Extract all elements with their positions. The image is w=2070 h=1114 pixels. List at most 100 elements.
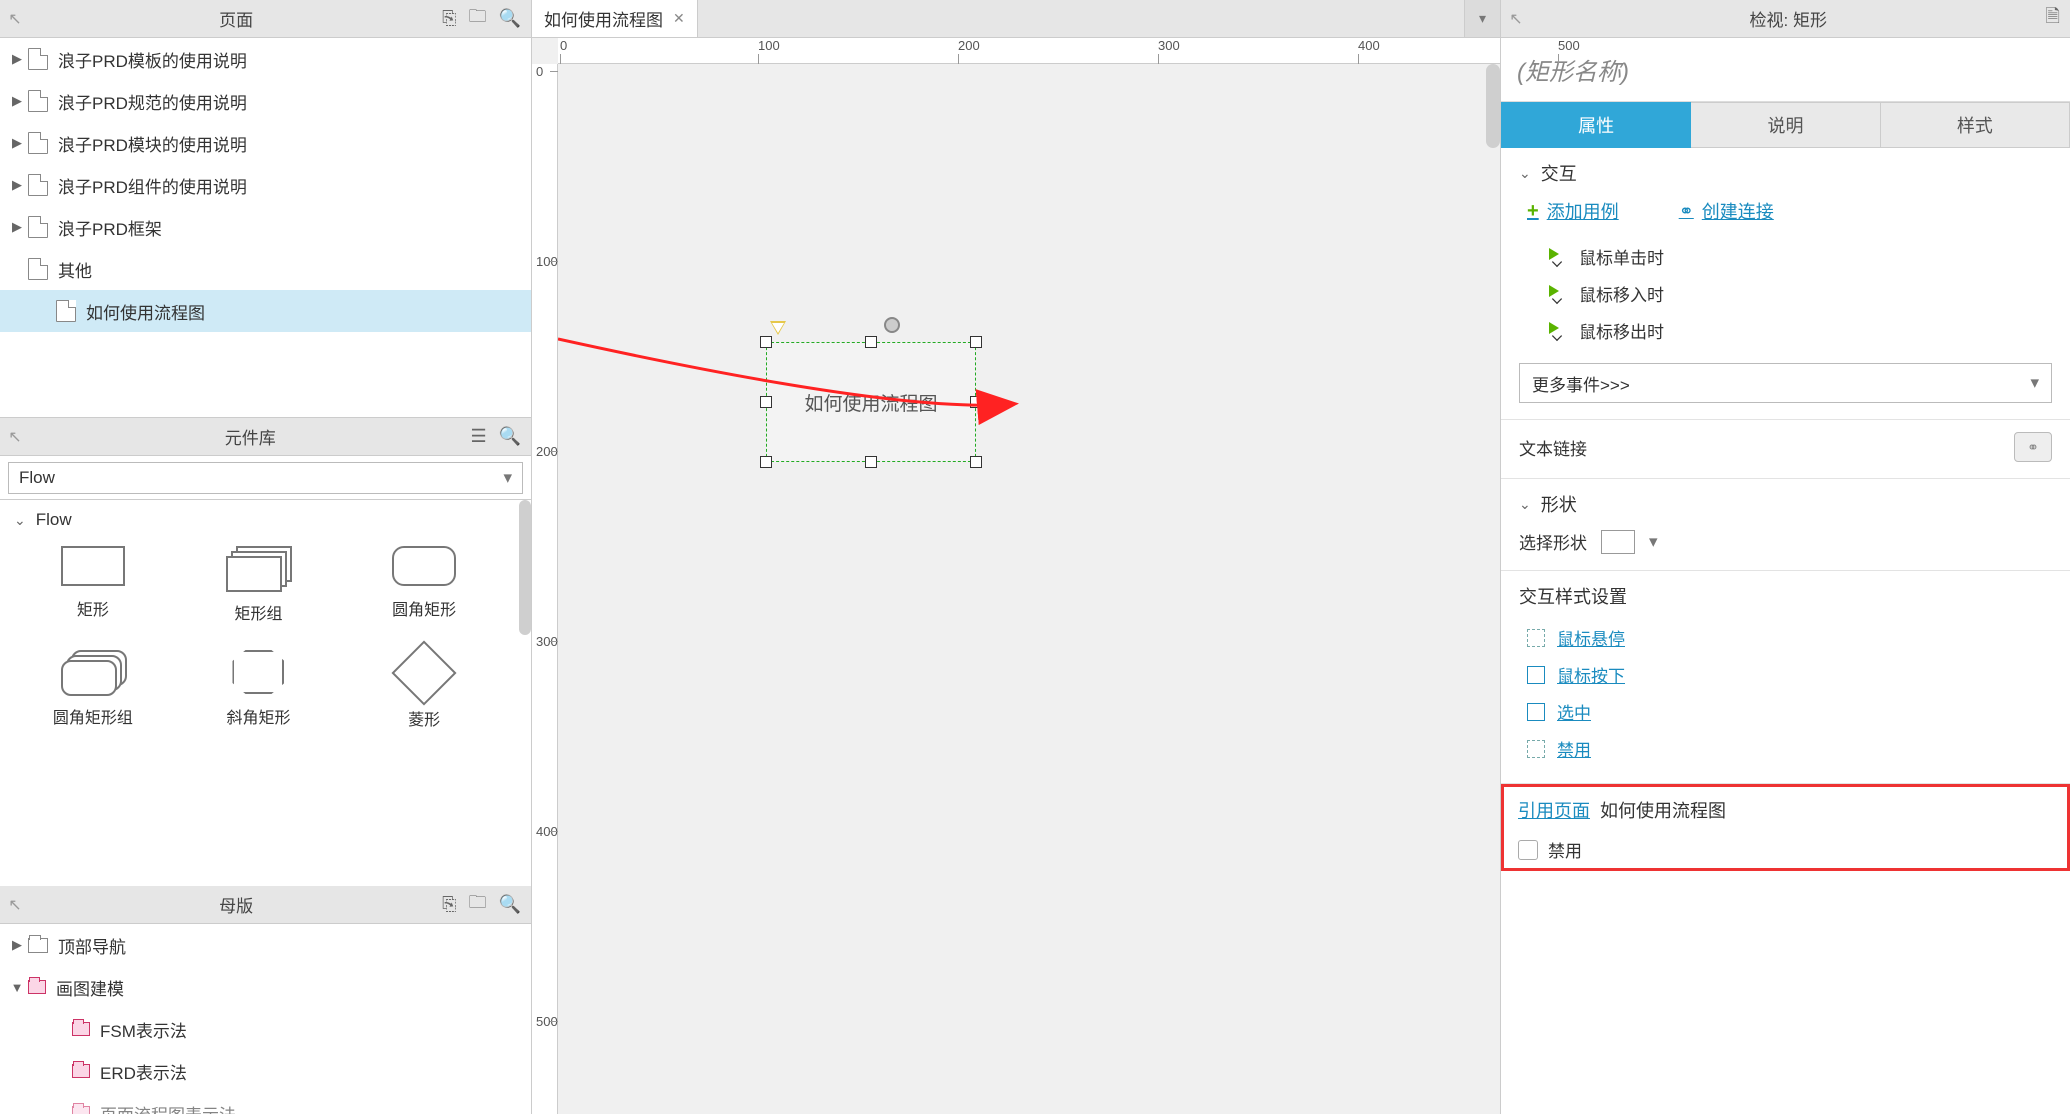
search-icon[interactable]: 🔍 — [499, 894, 521, 915]
ruler-vertical[interactable]: 0 100 200 300 400 500 — [532, 64, 558, 1114]
tab-label: 如何使用流程图 — [544, 6, 663, 31]
popout-icon[interactable]: ↖ — [0, 9, 30, 29]
add-folder-icon[interactable]: 🗀 — [469, 890, 487, 920]
pages-tree[interactable]: 浪子PRD模板的使用说明 浪子PRD规范的使用说明 浪子PRD模块的使用说明 浪… — [0, 38, 531, 418]
masters-title: 母版 — [30, 892, 442, 917]
page-icon[interactable]: 🗎 — [2046, 4, 2060, 34]
menu-icon[interactable]: ☰ — [470, 426, 486, 447]
close-icon[interactable]: ✕ — [673, 10, 685, 27]
link-icon: ⚭ — [1679, 201, 1694, 222]
tree-label: 浪子PRD框架 — [58, 215, 162, 240]
page-icon — [28, 132, 48, 154]
masters-panel-header: ↖ 母版 ⎘ 🗀 🔍 — [0, 886, 531, 924]
tabs-dropdown[interactable]: ▾ — [1464, 0, 1500, 37]
tree-row[interactable]: 浪子PRD规范的使用说明 — [0, 80, 531, 122]
resize-handle[interactable] — [865, 456, 877, 468]
style-selected[interactable]: 选中 — [1519, 693, 2052, 730]
event-mouseleave[interactable]: 鼠标移出时 — [1519, 312, 2052, 349]
selected-shape[interactable]: 如何使用流程图 — [766, 342, 976, 462]
page-icon — [28, 174, 48, 196]
tree-label: 其他 — [58, 257, 92, 282]
widget-bevel-rect[interactable]: 斜角矩形 — [176, 650, 342, 730]
shape-name-input[interactable]: (矩形名称) — [1501, 38, 2070, 102]
tree-row[interactable]: 其他 — [0, 248, 531, 290]
resize-handle[interactable] — [970, 396, 982, 408]
chevron-down-icon: ▾ — [2030, 373, 2039, 393]
search-icon[interactable]: 🔍 — [499, 8, 521, 29]
canvas-tab[interactable]: 如何使用流程图 ✕ — [532, 0, 698, 37]
tree-row[interactable]: 浪子PRD组件的使用说明 — [0, 164, 531, 206]
style-disabled[interactable]: 禁用 — [1519, 730, 2052, 767]
page-icon — [56, 300, 76, 322]
category-label: Flow — [36, 510, 72, 530]
master-row[interactable]: ERD表示法 — [0, 1050, 531, 1092]
resize-handle[interactable] — [970, 456, 982, 468]
resize-handle[interactable] — [760, 456, 772, 468]
chevron-down-icon[interactable]: ▾ — [1649, 532, 1658, 552]
resize-handle[interactable] — [865, 336, 877, 348]
add-case-link[interactable]: +添加用例 — [1527, 198, 1619, 224]
widget-rounded-rect[interactable]: 圆角矩形 — [341, 546, 507, 624]
inspector-title: 检视: 矩形 — [1531, 6, 2046, 31]
event-icon — [1549, 248, 1567, 266]
page-icon — [28, 48, 48, 70]
widget-rectangle[interactable]: 矩形 — [10, 546, 176, 624]
master-icon — [72, 1064, 90, 1078]
tree-row-selected[interactable]: 如何使用流程图 — [0, 290, 531, 332]
popout-icon[interactable]: ↖ — [0, 895, 30, 915]
event-icon — [1549, 285, 1567, 303]
style-hover[interactable]: 鼠标悬停 — [1519, 619, 2052, 656]
tree-row[interactable]: 浪子PRD模板的使用说明 — [0, 38, 531, 80]
section-interaction[interactable]: ⌄交互 — [1519, 160, 2052, 186]
tab-properties[interactable]: 属性 — [1501, 102, 1691, 148]
ruler-horizontal[interactable]: 0 100 200 300 400 500 — [558, 38, 1500, 64]
tab-style[interactable]: 样式 — [1881, 102, 2070, 148]
event-mouseenter[interactable]: 鼠标移入时 — [1519, 275, 2052, 312]
add-folder-icon[interactable]: 🗀 — [469, 4, 487, 34]
disabled-checkbox[interactable] — [1518, 840, 1538, 860]
resize-handle[interactable] — [760, 336, 772, 348]
reference-page-box: 引用页面 如何使用流程图 禁用 — [1501, 784, 2070, 871]
page-icon — [28, 216, 48, 238]
add-page-icon[interactable]: ⎘ — [442, 8, 456, 29]
tree-row[interactable]: 浪子PRD框架 — [0, 206, 531, 248]
canvas[interactable]: 如何使用流程图 — [558, 64, 1500, 1114]
shape-swatch[interactable] — [1601, 530, 1635, 554]
scrollbar[interactable] — [519, 500, 531, 635]
tab-notes[interactable]: 说明 — [1691, 102, 1880, 148]
popout-icon[interactable]: ↖ — [0, 427, 30, 447]
connector-dot-icon[interactable] — [884, 317, 900, 333]
master-row[interactable]: 顶部导航 — [0, 924, 531, 966]
widget-rectangle-group[interactable]: 矩形组 — [176, 546, 342, 624]
search-icon[interactable]: 🔍 — [499, 426, 521, 447]
more-events-select[interactable]: 更多事件>>>▾ — [1519, 363, 2052, 403]
widget-diamond[interactable]: 菱形 — [341, 650, 507, 730]
category-header[interactable]: ⌄Flow — [0, 500, 517, 540]
master-row[interactable]: FSM表示法 — [0, 1008, 531, 1050]
shape-pick-label: 选择形状 — [1519, 529, 1587, 554]
style-icon — [1527, 629, 1545, 647]
add-page-icon[interactable]: ⎘ — [442, 894, 456, 915]
scrollbar[interactable] — [1486, 64, 1500, 148]
textlink-label: 文本链接 — [1519, 435, 1587, 460]
section-shape[interactable]: ⌄形状 — [1519, 491, 2052, 517]
master-row[interactable]: 页面流程图表示法 — [0, 1092, 531, 1114]
tree-label: 浪子PRD组件的使用说明 — [58, 173, 247, 198]
reference-page-value: 如何使用流程图 — [1600, 797, 1726, 823]
masters-tree[interactable]: 顶部导航 画图建模 FSM表示法 ERD表示法 页面流程图表示法 — [0, 924, 531, 1114]
event-click[interactable]: 鼠标单击时 — [1519, 238, 2052, 275]
create-link-link[interactable]: ⚭创建连接 — [1679, 198, 1774, 224]
library-select[interactable]: Flow ▾ — [8, 462, 523, 494]
style-icon — [1527, 666, 1545, 684]
widget-rounded-rect-group[interactable]: 圆角矩形组 — [10, 650, 176, 730]
resize-handle[interactable] — [970, 336, 982, 348]
style-mousedown[interactable]: 鼠标按下 — [1519, 656, 2052, 693]
master-row[interactable]: 画图建模 — [0, 966, 531, 1008]
reference-page-link[interactable]: 引用页面 — [1518, 797, 1590, 823]
tree-row[interactable]: 浪子PRD模块的使用说明 — [0, 122, 531, 164]
resize-handle[interactable] — [760, 396, 772, 408]
textlink-button[interactable]: ⚭ — [2014, 432, 2052, 462]
popout-icon[interactable]: ↖ — [1501, 9, 1531, 29]
connector-marker-icon[interactable] — [770, 321, 786, 335]
master-icon — [72, 1106, 90, 1114]
